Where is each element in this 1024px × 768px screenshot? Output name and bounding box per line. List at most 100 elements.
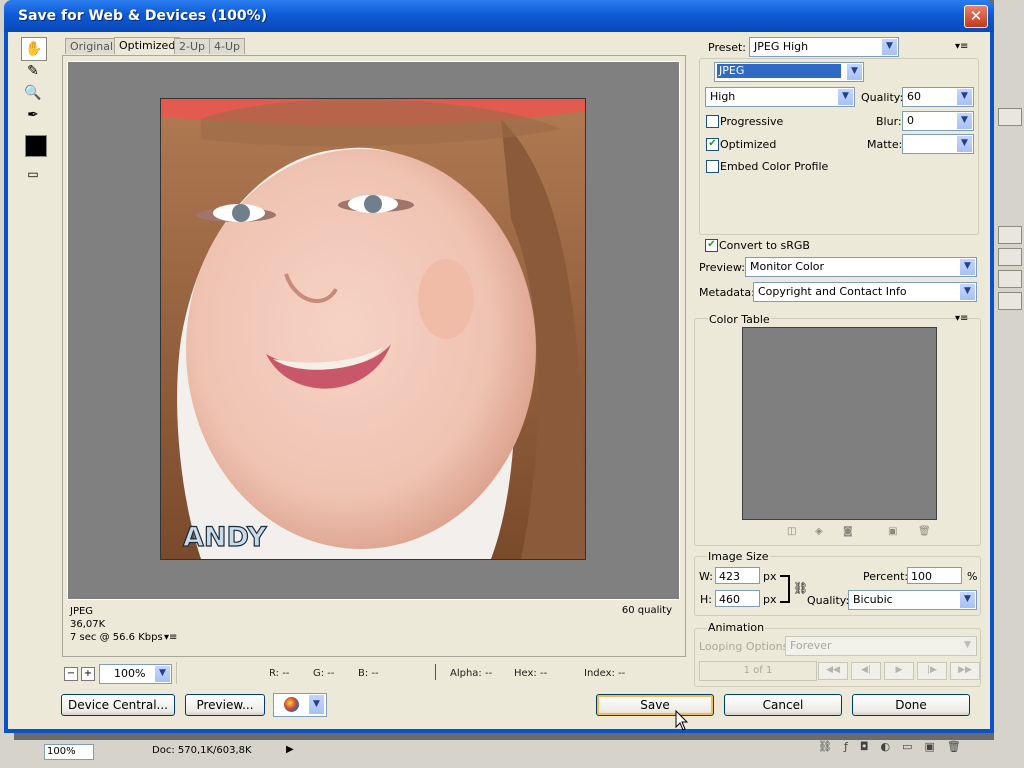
close-button[interactable]: ✕ <box>964 5 988 28</box>
status-zoom-field[interactable]: 100% <box>44 744 94 760</box>
eyedropper-icon[interactable]: ✒ <box>21 104 45 126</box>
resample-quality-select[interactable]: Bicubic ▼ <box>848 590 977 610</box>
blur-select[interactable]: 0 ▼ <box>902 111 974 131</box>
browser-select[interactable]: ▼ <box>273 693 327 717</box>
app-panel-button[interactable] <box>998 108 1022 126</box>
done-button[interactable]: Done <box>852 694 970 716</box>
color-table-title: Color Table <box>708 313 771 326</box>
cancel-button[interactable]: Cancel <box>724 694 842 716</box>
app-panel-button[interactable] <box>998 248 1022 266</box>
optimized-label: Optimized <box>720 138 777 151</box>
preset-select[interactable]: JPEG High ▼ <box>749 37 899 57</box>
format-info: JPEG <box>70 606 94 617</box>
window-title: Save for Web & Devices (100%) <box>18 8 268 24</box>
convert-srgb-checkbox[interactable]: ✔ <box>705 239 718 252</box>
optimize-menu-icon[interactable]: ▾≡ <box>955 41 968 52</box>
zoom-out-button[interactable]: − <box>64 667 78 681</box>
looping-label: Looping Options: <box>699 640 793 653</box>
color-table-grid[interactable] <box>742 327 937 520</box>
preset-label: Preset: <box>708 41 747 54</box>
preview-mode-select[interactable]: Monitor Color ▼ <box>745 257 977 277</box>
last-frame-icon[interactable]: ▶▶ <box>950 662 980 680</box>
readout-alpha: Alpha: -- <box>450 668 493 679</box>
matte-label: Matte: <box>867 138 903 151</box>
slice-select-icon[interactable]: ✎ <box>21 60 45 82</box>
app-panel-button[interactable] <box>998 270 1022 288</box>
size-info: 36,07K <box>70 619 106 630</box>
readout-index: Index: -- <box>584 668 626 679</box>
width-input[interactable]: 423 <box>715 567 760 584</box>
readout-b: B: -- <box>358 668 379 679</box>
preview-quality-info: 60 quality <box>621 605 672 616</box>
status-doc-info: Doc: 570,1K/603,8K <box>152 745 252 756</box>
embed-profile-label: Embed Color Profile <box>720 160 829 173</box>
device-central-button[interactable]: Device Central... <box>61 694 175 716</box>
tab-2up[interactable]: 2-Up <box>174 38 211 54</box>
optimized-photo: ANDY <box>160 98 586 560</box>
next-frame-icon[interactable]: |▶ <box>917 662 947 680</box>
hand-tool-icon[interactable]: ✋ <box>21 37 47 61</box>
view-tabs: Original Optimized 2-Up 4-Up <box>60 37 686 55</box>
web-shift-icon[interactable]: ◈ <box>815 526 825 537</box>
height-unit: px <box>763 593 777 606</box>
quality-level-select[interactable]: High ▼ <box>705 87 855 107</box>
trash-icon[interactable]: 🗑 <box>918 526 931 537</box>
zoom-level-select[interactable]: 100% ▼ <box>99 664 172 684</box>
percent-label: Percent: <box>863 570 909 583</box>
tab-4up[interactable]: 4-Up <box>209 38 246 54</box>
convert-srgb-label: Convert to sRGB <box>719 239 810 252</box>
width-unit: px <box>763 570 777 583</box>
lock-color-icon[interactable]: ◙ <box>843 526 853 537</box>
chevron-down-icon[interactable]: ▼ <box>309 695 324 714</box>
link-icon[interactable]: ⛓ <box>793 581 808 595</box>
percent-unit: % <box>967 570 978 583</box>
readout-divider <box>435 664 436 680</box>
preview-mode-label: Preview: <box>699 261 745 274</box>
play-icon[interactable]: ▶ <box>884 662 914 680</box>
status-arrow-icon[interactable]: ▶ <box>286 744 294 755</box>
optimized-checkbox[interactable]: ✔ <box>706 138 719 151</box>
prev-frame-icon[interactable]: ◀| <box>851 662 881 680</box>
layers-panel-icons[interactable]: ⛓ƒ◘◐▭▣🗑 <box>818 740 973 753</box>
progressive-label: Progressive <box>720 115 784 128</box>
embed-profile-checkbox[interactable] <box>706 160 719 173</box>
browser-icon <box>284 697 299 712</box>
frame-counter: 1 of 1 <box>699 661 817 681</box>
progressive-checkbox[interactable] <box>706 115 719 128</box>
file-format-select[interactable]: JPEG ▼ <box>714 62 864 82</box>
height-label: H: <box>700 593 712 606</box>
zoom-in-button[interactable]: + <box>81 667 95 681</box>
toggle-slices-icon[interactable]: ▭ <box>21 163 45 185</box>
quality-label: Quality: <box>861 91 904 104</box>
width-label: W: <box>699 570 713 583</box>
title-bar: Save for Web & Devices (100%) ✕ <box>4 0 994 32</box>
app-panel-button[interactable] <box>998 292 1022 310</box>
eyedropper-color-swatch[interactable] <box>25 135 47 157</box>
looping-select[interactable]: Forever ▼ <box>785 636 977 656</box>
zoom-tool-icon[interactable]: 🔍 <box>21 82 45 104</box>
blur-label: Blur: <box>876 115 902 128</box>
readout-r: R: -- <box>269 668 290 679</box>
photo-watermark-text: ANDY <box>183 522 267 553</box>
save-button[interactable]: Save <box>596 694 714 716</box>
app-panel-button[interactable] <box>998 226 1022 244</box>
matte-select[interactable]: ▼ <box>902 134 974 154</box>
download-speed-menu-icon[interactable]: ▾≡ <box>164 632 177 643</box>
quality-select[interactable]: 60 ▼ <box>902 87 974 107</box>
tab-optimized[interactable]: Optimized <box>114 37 181 54</box>
tab-original[interactable]: Original <box>65 38 119 54</box>
new-color-icon[interactable]: ▣ <box>888 526 898 537</box>
color-table-menu-icon[interactable]: ▾≡ <box>955 313 968 324</box>
map-transparent-icon[interactable]: ◫ <box>787 526 797 537</box>
readout-hex: Hex: -- <box>514 668 548 679</box>
preview-file-info: JPEG 36,07K 7 sec @ 56.6 Kbps <box>70 605 163 644</box>
first-frame-icon[interactable]: ◀◀ <box>818 662 848 680</box>
height-input[interactable]: 460 <box>715 590 760 607</box>
mouse-cursor-icon <box>675 710 689 731</box>
metadata-select[interactable]: Copyright and Contact Info ▼ <box>753 282 977 302</box>
readout-g: G: -- <box>313 668 335 679</box>
resample-quality-label: Quality: <box>807 594 850 607</box>
animation-title: Animation <box>707 621 766 634</box>
percent-input[interactable]: 100 <box>907 567 962 584</box>
preview-browser-button[interactable]: Preview... <box>185 694 265 716</box>
